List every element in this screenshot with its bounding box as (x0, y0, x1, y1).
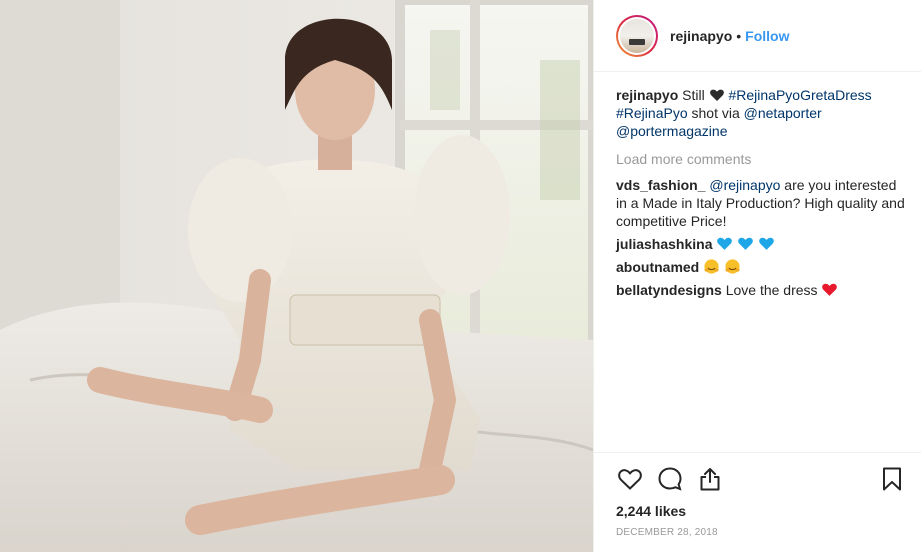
heart-icon (618, 469, 642, 490)
load-more-comments[interactable]: Load more comments (616, 150, 905, 168)
blue-heart-icon (759, 237, 774, 250)
hugging-face-icon (725, 259, 740, 274)
comment-button[interactable] (656, 465, 684, 493)
post-image (0, 0, 593, 552)
separator-dot: • (736, 27, 742, 44)
comment-item: bellatyndesigns Love the dress (616, 281, 905, 299)
post-photo[interactable] (0, 0, 593, 552)
hugging-face-emoji-group (703, 259, 741, 275)
instagram-post: rejinapyo • Follow rejinapyo Still #Reji… (0, 0, 921, 552)
caption-text: Still (682, 87, 705, 103)
comment-username[interactable]: bellatyndesigns (616, 282, 722, 298)
comment-item: vds_fashion_ @rejinapyo are you interest… (616, 176, 905, 230)
bookmark-icon (883, 467, 901, 491)
comment-text: Love the dress (725, 282, 818, 298)
hashtag-link[interactable]: #RejinaPyoGretaDress (728, 87, 871, 103)
comment-item: aboutnamed (616, 258, 905, 276)
comment-username[interactable]: aboutnamed (616, 259, 699, 275)
comment-icon (658, 467, 682, 491)
comment-username[interactable]: juliashashkina (616, 236, 712, 252)
hugging-face-icon (704, 259, 719, 274)
save-button[interactable] (878, 465, 906, 493)
red-heart-icon (822, 283, 838, 296)
mention-link[interactable]: @netaporter (744, 105, 822, 121)
share-icon (700, 468, 720, 491)
avatar[interactable] (616, 14, 658, 57)
avatar-image (620, 18, 654, 53)
blue-heart-icon (738, 237, 754, 250)
blue-heart-icon (717, 237, 733, 250)
post-date: DECEMBER 28, 2018 (616, 527, 718, 538)
comment-item: juliashashkina (616, 235, 905, 253)
header-username[interactable]: rejinapyo (670, 28, 732, 44)
post-actions: 2,244 likes DECEMBER 28, 2018 (594, 452, 921, 538)
like-button[interactable] (616, 465, 644, 493)
caption-text: shot via (691, 105, 740, 121)
post-header: rejinapyo • Follow (594, 0, 921, 72)
action-icons (594, 453, 921, 497)
post-sidebar: rejinapyo • Follow rejinapyo Still #Reji… (593, 0, 921, 552)
comments-section: rejinapyo Still #RejinaPyoGretaDress #Re… (594, 72, 921, 299)
blue-heart-emoji-group (716, 236, 775, 252)
share-button[interactable] (696, 465, 724, 493)
hashtag-link[interactable]: #RejinaPyo (616, 105, 688, 121)
caption-username[interactable]: rejinapyo (616, 87, 678, 103)
likes-count[interactable]: 2,244 likes (594, 497, 921, 519)
black-heart-icon (709, 89, 724, 101)
follow-button[interactable]: Follow (745, 28, 789, 44)
comment-username[interactable]: vds_fashion_ (616, 177, 705, 193)
caption: rejinapyo Still #RejinaPyoGretaDress #Re… (616, 86, 905, 140)
mention-link[interactable]: @rejinapyo (709, 177, 780, 193)
mention-link[interactable]: @portermagazine (616, 123, 728, 139)
